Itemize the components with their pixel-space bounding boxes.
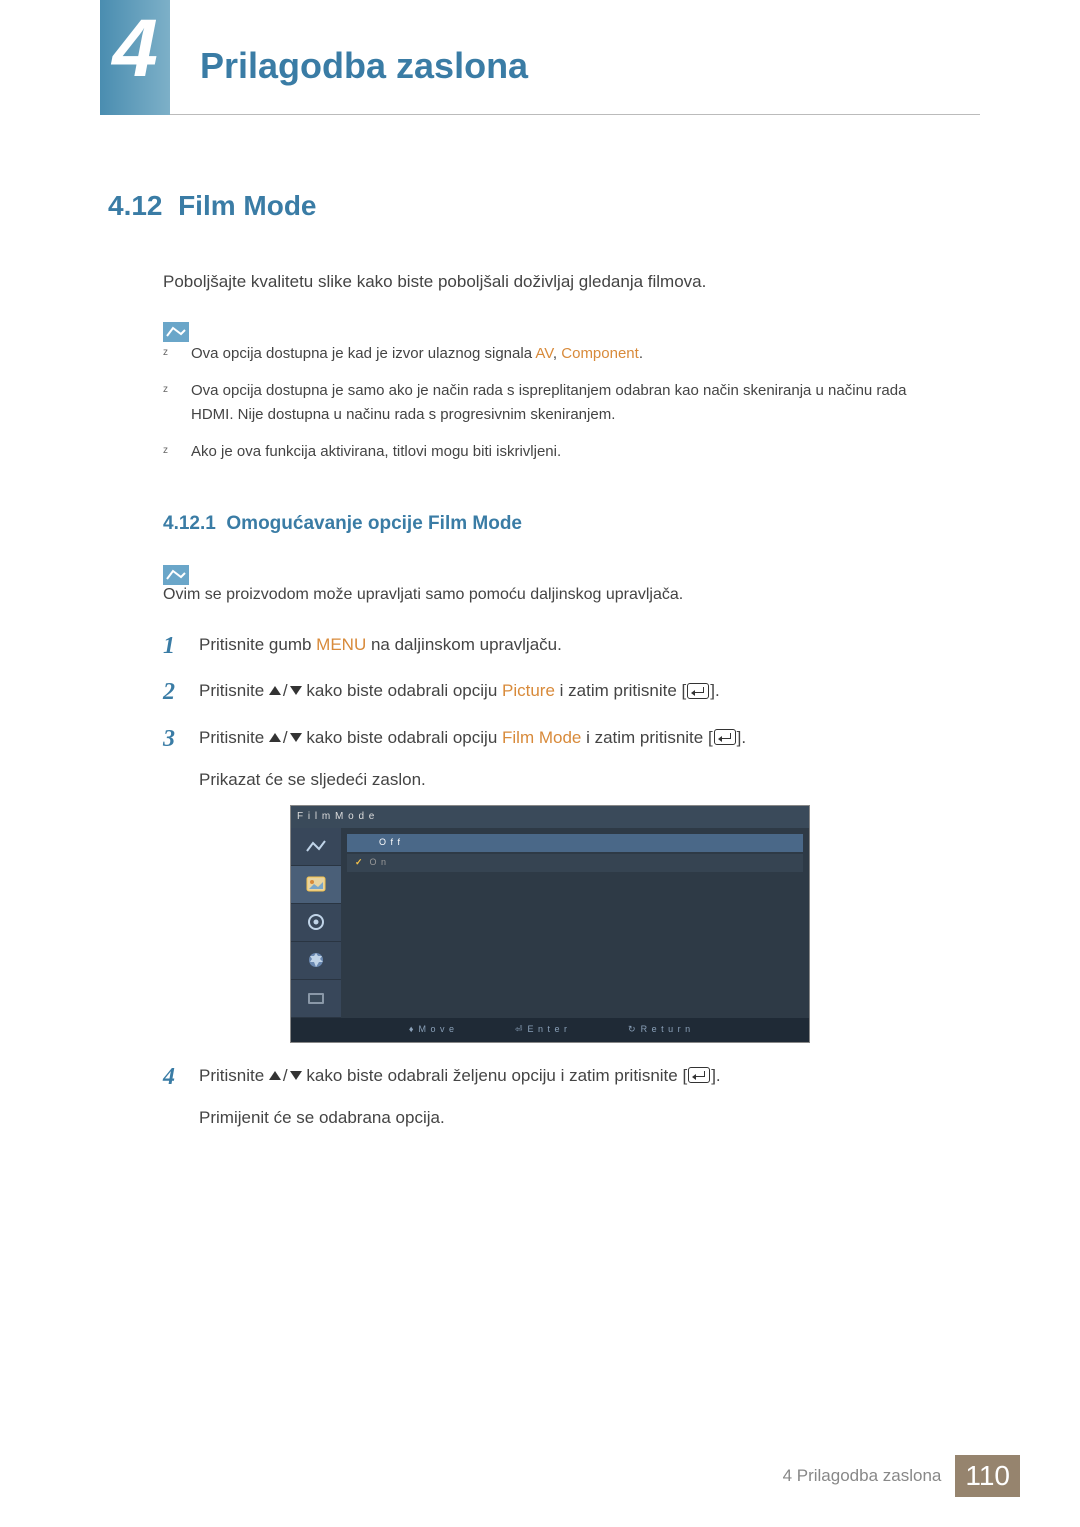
- subsection-number: 4.12.1: [163, 513, 216, 534]
- enter-icon: [714, 729, 736, 745]
- osd-screenshot: F i l m M o d e: [290, 805, 810, 1042]
- osd-sidebar: [291, 828, 341, 1018]
- note-icon: [163, 322, 189, 342]
- osd-header: F i l m M o d e: [291, 806, 809, 828]
- subsection-title: 4.12.1 Omogućavanje opcije Film Mode: [163, 513, 978, 535]
- step-item: 2 Pritisnite / kako biste odabrali opcij…: [163, 678, 978, 704]
- note-icon: [163, 565, 189, 585]
- note-item: Ova opcija dostupna je samo ako je način…: [163, 379, 943, 426]
- step-result-text: Prikazat će se sljedeći zaslon.: [199, 767, 978, 793]
- osd-side-item: [291, 828, 341, 866]
- osd-hint-return: ↻R e t u r n: [628, 1023, 691, 1037]
- down-arrow-icon: [290, 686, 302, 695]
- osd-main-panel: O f f ✓O n: [341, 828, 809, 1018]
- enter-icon: [687, 683, 709, 699]
- page-number: 110: [955, 1455, 1020, 1497]
- note-item: Ova opcija dostupna je kad je izvor ulaz…: [163, 342, 943, 365]
- section-title: 4.12 Film Mode: [108, 190, 978, 222]
- single-note-text: Ovim se proizvodom može upravljati samo …: [163, 585, 943, 604]
- osd-hint-move: ♦M o v e: [409, 1023, 455, 1037]
- step-number: 3: [163, 721, 175, 758]
- osd-side-item: [291, 980, 341, 1018]
- osd-side-item-selected: [291, 866, 341, 904]
- chapter-title: Prilagodba zaslona: [200, 45, 528, 87]
- osd-side-item: [291, 904, 341, 942]
- osd-hint-enter: ⏎E n t e r: [515, 1023, 568, 1037]
- step-result-text: Primijenit će se odabrana opcija.: [199, 1105, 978, 1131]
- chapter-tab: 4: [100, 0, 170, 115]
- note-list: Ova opcija dostupna je kad je izvor ulaz…: [163, 342, 943, 477]
- section-number: 4.12: [108, 190, 163, 221]
- down-arrow-icon: [290, 1071, 302, 1080]
- up-arrow-icon: [269, 733, 281, 742]
- page-footer: 4 Prilagodba zaslona 110: [783, 1455, 1020, 1497]
- step-item: 3 Pritisnite / kako biste odabrali opcij…: [163, 725, 978, 1043]
- step-item: 1 Pritisnite gumb MENU na daljinskom upr…: [163, 632, 978, 658]
- header-divider: [170, 114, 980, 115]
- enter-icon: [688, 1067, 710, 1083]
- subsection-name: Omogućavanje opcije Film Mode: [226, 513, 522, 534]
- footer-chapter-label: 4 Prilagodba zaslona: [783, 1455, 956, 1497]
- osd-option-on: ✓O n: [347, 854, 803, 872]
- chapter-number: 4: [112, 8, 158, 90]
- note-item: Ako je ova funkcija aktivirana, titlovi …: [163, 440, 943, 463]
- main-content: 4.12 Film Mode Poboljšajte kvalitetu sli…: [108, 190, 978, 1152]
- osd-option-off: O f f: [347, 834, 803, 852]
- osd-side-item: [291, 942, 341, 980]
- up-arrow-icon: [269, 1071, 281, 1080]
- steps-list: 1 Pritisnite gumb MENU na daljinskom upr…: [163, 632, 978, 1132]
- step-item: 4 Pritisnite / kako biste odabrali želje…: [163, 1063, 978, 1132]
- osd-footer: ♦M o v e ⏎E n t e r ↻R e t u r n: [291, 1018, 809, 1042]
- up-arrow-icon: [269, 686, 281, 695]
- step-number: 4: [163, 1059, 175, 1096]
- single-note: Ovim se proizvodom može upravljati samo …: [163, 563, 978, 604]
- step-number: 1: [163, 628, 175, 665]
- section-name: Film Mode: [178, 190, 316, 221]
- note-block: Ova opcija dostupna je kad je izvor ulaz…: [163, 320, 978, 477]
- step-number: 2: [163, 674, 175, 711]
- down-arrow-icon: [290, 733, 302, 742]
- intro-text: Poboljšajte kvalitetu slike kako biste p…: [163, 272, 978, 292]
